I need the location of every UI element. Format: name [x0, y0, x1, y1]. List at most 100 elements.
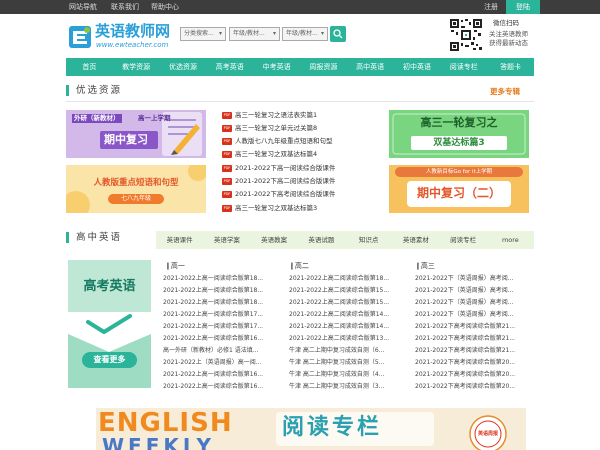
gaokao-ad[interactable]: 高考英语 查看更多: [68, 260, 151, 388]
list-item[interactable]: 2021-2022下（英语周报）高考阅...: [415, 310, 535, 319]
list-item[interactable]: 2021-2022上高一阅读综合版第16...: [163, 334, 281, 343]
list-item[interactable]: 2021-2022上高二阅读综合版第14...: [289, 322, 409, 331]
list-item[interactable]: 2021-2022下高考阅读综合版第20...: [415, 358, 535, 367]
banner-review-basics[interactable]: 高三一轮复习之 双基达标篇3: [389, 110, 529, 158]
list-item[interactable]: 2021-2022上高一阅读综合版第16...: [163, 370, 281, 379]
featured-section-header: 优选资源: [66, 82, 534, 102]
list-item[interactable]: PDF 人教版七八九年级重点短语和句型: [222, 136, 333, 146]
weekly-wordmark: WEEKLY: [102, 434, 215, 450]
gaokao-ad-button[interactable]: 查看更多: [82, 354, 137, 366]
search-button[interactable]: [330, 26, 346, 42]
gaokao-ad-title: 高考英语: [83, 279, 136, 294]
nav-item-zhongkao[interactable]: 中考英语: [253, 58, 300, 76]
column-header-grade3: ❙高三: [415, 262, 435, 271]
highschool-title: 高中英语: [76, 232, 123, 243]
logo-cn-text: 英语教师网: [95, 22, 171, 40]
tab-more[interactable]: more: [487, 231, 534, 249]
list-item[interactable]: 2021-2022上高二阅读综合版第18...: [289, 274, 409, 283]
banner-1-tag: 外研（新教材）: [72, 114, 122, 123]
list-item[interactable]: 牛津 高二上期中复习成效自测（4...: [289, 370, 409, 379]
banner-2-main: 人教版重点短语和句型: [93, 178, 179, 188]
banner-gofor-midterm[interactable]: 人教新目标Go for it上学期 期中复习（二）: [389, 165, 529, 213]
featured-title: 优选资源: [76, 85, 123, 96]
list-item[interactable]: 牛津 高二上期中复习成效自测（5...: [289, 358, 409, 367]
list-item[interactable]: 牛津 高二上期中复习成效自测（6...: [289, 346, 409, 355]
wechat-qr-code: [449, 18, 483, 52]
register-link[interactable]: 注册: [484, 2, 498, 12]
contact-link[interactable]: 联系我们: [111, 2, 139, 12]
chevron-down-icon: ▾: [272, 30, 276, 37]
list-item[interactable]: 2021-2022上高二阅读综合版第13...: [289, 334, 409, 343]
list-item[interactable]: PDF 高三一轮复习之双基达标篇4: [222, 149, 317, 159]
list-item[interactable]: PDF 高三一轮复习之语法表实篇1: [222, 110, 317, 120]
grade-select-2[interactable]: 年级/教材... ▾: [282, 27, 328, 41]
nav-item-middleschool[interactable]: 初中英语: [394, 58, 441, 76]
wechat-title: 微信扫码: [493, 19, 519, 27]
list-item[interactable]: 高一外研（新教材）必修1 语法填...: [163, 346, 281, 355]
wechat-line1: 关注英语教师: [489, 30, 528, 38]
nav-item-reading[interactable]: 阅读专栏: [440, 58, 487, 76]
list-item[interactable]: 2021-2022下高考阅读综合版第21...: [415, 346, 535, 355]
list-item[interactable]: 2021-2022上高二阅读综合版第15...: [289, 298, 409, 307]
chevron-down-icon: ▾: [320, 30, 324, 37]
search-icon: [333, 29, 343, 39]
list-item[interactable]: PDF 高三一轮复习之双基达标篇3: [222, 203, 317, 213]
list-item[interactable]: 2021-2022上高一阅读综合版第18...: [163, 274, 281, 283]
list-item[interactable]: 牛津 高二上期中复习成效自测（3...: [289, 382, 409, 391]
nav-item-home[interactable]: 首页: [66, 58, 113, 76]
nav-item-featured[interactable]: 优选资源: [160, 58, 207, 76]
site-nav-link[interactable]: 网站导航: [69, 2, 97, 12]
list-item[interactable]: PDF 2021-2022下高二阅读综合版课件: [222, 176, 335, 186]
list-item[interactable]: 2021-2022上高一阅读综合版第18...: [163, 286, 281, 295]
nav-item-answer-card[interactable]: 答题卡: [487, 58, 534, 76]
list-item[interactable]: 2021-2022上高一阅读综合版第16...: [163, 382, 281, 391]
list-item[interactable]: 2021-2022下高考阅读综合版第21...: [415, 334, 535, 343]
list-item[interactable]: PDF 2021-2022下高考阅读综合版课件: [222, 189, 335, 199]
list-item-title: 高三一轮复习之双基达标篇3: [235, 204, 318, 212]
list-item[interactable]: 2021-2022下高考阅读综合版第20...: [415, 370, 535, 379]
list-item[interactable]: PDF 高三一轮复习之单元过关篇8: [222, 123, 317, 133]
list-item[interactable]: 2021-2022下高考阅读综合版第21...: [415, 322, 535, 331]
nav-item-weekly[interactable]: 周报资源: [300, 58, 347, 76]
list-item[interactable]: 2021-2022上高一阅读综合版第18...: [163, 298, 281, 307]
list-item[interactable]: 2021-2022下（英语周报）高考阅...: [415, 298, 535, 307]
list-item[interactable]: 2021-2022下（英语周报）高考阅...: [415, 286, 535, 295]
grade-select-1[interactable]: 年级/教材... ▾: [229, 27, 280, 41]
nav-item-teaching[interactable]: 教学资源: [113, 58, 160, 76]
nav-item-gaokao[interactable]: 高考英语: [206, 58, 253, 76]
pdf-icon: PDF: [222, 138, 232, 145]
tab-courseware[interactable]: 英语课件: [156, 231, 203, 249]
login-button[interactable]: 登陆: [506, 0, 540, 14]
banner-midterm-waiyan[interactable]: 外研（新教材） 高一上学期 期中复习: [66, 110, 206, 158]
list-item-title: 2021-2022下高一阅读综合版课件: [235, 164, 336, 172]
weekly-seal: 英语周报: [477, 431, 498, 437]
tab-lesson-plan[interactable]: 英语教案: [251, 231, 298, 249]
category-select[interactable]: 分类搜索... ▾: [180, 27, 226, 41]
list-item[interactable]: 2021-2022下高考阅读综合版第20...: [415, 382, 535, 391]
site-logo[interactable]: 英语教师网 www.ewteacher.com: [68, 23, 178, 51]
more-albums-link[interactable]: 更多专辑: [490, 86, 520, 97]
highschool-section-header: 高中英语: [66, 229, 156, 249]
nav-item-highschool[interactable]: 高中英语: [347, 58, 394, 76]
tab-knowledge[interactable]: 知识点: [345, 231, 392, 249]
logo-en-text: www.ewteacher.com: [96, 41, 169, 49]
banner-1-main: 期中复习: [104, 133, 148, 146]
list-item[interactable]: 2021-2022下（英语周报）高考阅...: [415, 274, 535, 283]
list-item[interactable]: 2021-2022上高一阅读综合版第17...: [163, 322, 281, 331]
tab-exams[interactable]: 英语试题: [298, 231, 345, 249]
tab-study-plan[interactable]: 英语学案: [203, 231, 250, 249]
tab-reading[interactable]: 阅读专栏: [440, 231, 487, 249]
english-weekly-banner[interactable]: ENGLISH WEEKLY 阅读专栏 英语周报: [96, 408, 526, 450]
reading-column-text: 阅读专栏: [282, 415, 383, 440]
pdf-icon: PDF: [222, 125, 232, 132]
list-item[interactable]: 2021-2022上高二阅读综合版第14...: [289, 310, 409, 319]
list-item[interactable]: 2021-2022上（英语周报）高一阅...: [163, 358, 281, 367]
column-header-label: 高三: [420, 262, 435, 270]
help-link[interactable]: 帮助中心: [151, 2, 179, 12]
top-bar: 网站导航 联系我们 帮助中心 注册 登陆: [0, 0, 600, 14]
tab-materials[interactable]: 英语素材: [392, 231, 439, 249]
list-item[interactable]: PDF 2021-2022下高一阅读综合版课件: [222, 163, 335, 173]
list-item[interactable]: 2021-2022上高二阅读综合版第15...: [289, 286, 409, 295]
list-item[interactable]: 2021-2022上高一阅读综合版第17...: [163, 310, 281, 319]
banner-renjiao-phrases[interactable]: 人教版重点短语和句型 七八九年级: [66, 165, 206, 213]
